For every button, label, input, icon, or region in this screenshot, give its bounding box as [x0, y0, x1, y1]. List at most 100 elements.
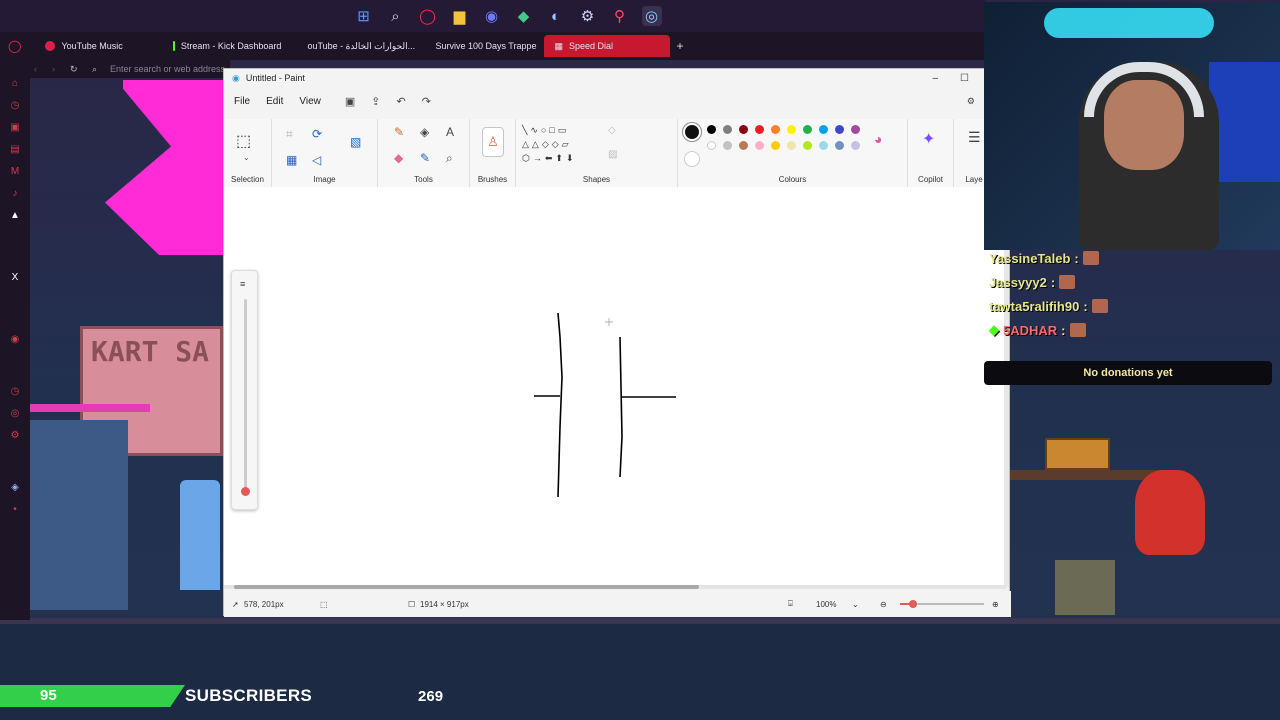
image-edit-icon[interactable]: ▧: [350, 135, 361, 149]
settings-icon[interactable]: ⚙: [967, 96, 975, 107]
rotate-icon[interactable]: ⟳: [312, 127, 322, 141]
crop-icon[interactable]: ⌗: [286, 127, 293, 142]
tab-kick-dashboard[interactable]: Stream - Kick Dashboard: [163, 35, 291, 57]
shapes-gallery[interactable]: ╲∿○□▭ △△◇◇▱ ⬡→⬅⬆⬇: [522, 123, 594, 169]
scrollbar-thumb[interactable]: [234, 585, 699, 589]
primary-colour[interactable]: [683, 123, 701, 141]
zoom-out-icon[interactable]: ⊖: [880, 600, 887, 609]
layers-icon[interactable]: ☰: [968, 129, 981, 146]
colour-swatch[interactable]: [787, 125, 796, 134]
brush-size-slider[interactable]: ≡: [231, 270, 258, 510]
slider-handle[interactable]: [241, 487, 250, 496]
text-icon[interactable]: A: [446, 125, 454, 139]
fill-shape-icon[interactable]: ▨: [608, 149, 617, 160]
steam-icon[interactable]: ◐: [546, 6, 566, 26]
minimize-button[interactable]: –: [932, 73, 938, 84]
file-explorer-icon[interactable]: ▆: [450, 6, 470, 26]
opera-icon[interactable]: ◯: [418, 6, 438, 26]
resize-icon[interactable]: ▦: [286, 153, 297, 167]
colour-swatch[interactable]: [803, 141, 812, 150]
sidebar-more-icon[interactable]: •: [9, 504, 21, 516]
maps-icon[interactable]: ⚲: [610, 6, 630, 26]
colour-swatch[interactable]: [835, 141, 844, 150]
tab-youtube-music[interactable]: YouTube Music: [35, 35, 163, 57]
address-input[interactable]: Enter search or web address: [110, 64, 225, 74]
sidebar-wallet-icon[interactable]: ▤: [9, 144, 21, 156]
zoom-level[interactable]: 100%: [816, 600, 836, 609]
sidebar-bag-icon[interactable]: ▣: [9, 122, 21, 134]
redo-icon[interactable]: ↷: [422, 95, 431, 108]
eraser-icon[interactable]: ◆: [394, 151, 403, 165]
windows-start-icon[interactable]: ⊞: [354, 6, 374, 26]
colour-swatch[interactable]: [819, 141, 828, 150]
zoom-slider-handle[interactable]: [909, 600, 917, 608]
flip-icon[interactable]: ◁: [312, 153, 321, 167]
sidebar-home-icon[interactable]: ⌂: [9, 78, 21, 90]
zoom-in-icon[interactable]: ⊕: [992, 600, 999, 609]
sidebar-pin-icon[interactable]: ◎: [9, 408, 21, 420]
colour-swatch[interactable]: [755, 125, 764, 134]
edit-colours-icon[interactable]: ◕: [874, 131, 882, 147]
discord-icon[interactable]: ◉: [482, 6, 502, 26]
tab-speed-dial[interactable]: ▦ Speed Dial: [544, 35, 671, 57]
sidebar-history2-icon[interactable]: ◷: [9, 386, 21, 398]
fill-icon[interactable]: ◈: [420, 125, 429, 139]
colour-swatch[interactable]: [819, 125, 828, 134]
colour-swatch[interactable]: [707, 125, 716, 134]
colour-swatch[interactable]: [723, 141, 732, 150]
copilot-icon[interactable]: ✦: [922, 129, 935, 149]
sidebar-music-icon[interactable]: ♪: [9, 188, 21, 200]
share-icon[interactable]: ⇪: [371, 95, 380, 108]
chevron-down-icon[interactable]: ⌄: [243, 153, 250, 162]
back-icon[interactable]: ‹: [34, 64, 37, 74]
colour-swatch[interactable]: [771, 125, 780, 134]
colour-swatch[interactable]: [739, 125, 748, 134]
colour-swatch[interactable]: [851, 125, 860, 134]
color-picker-icon[interactable]: ✎: [420, 151, 430, 165]
tab-youtube-video[interactable]: ouTube - الحوارات الخالدة...: [291, 35, 419, 57]
colour-swatch[interactable]: [739, 141, 748, 150]
fit-view-icon[interactable]: ⌺: [788, 599, 793, 609]
game-icon[interactable]: ◆: [514, 6, 534, 26]
secondary-colour[interactable]: [684, 151, 700, 167]
sidebar-x-icon[interactable]: X: [9, 272, 21, 284]
colour-swatch[interactable]: [723, 125, 732, 134]
zoom-slider[interactable]: [900, 600, 984, 608]
pencil-icon[interactable]: ✎: [394, 125, 404, 139]
menu-view[interactable]: View: [299, 94, 321, 109]
brush-button[interactable]: ♙: [482, 127, 504, 157]
sidebar-history-icon[interactable]: ◷: [9, 100, 21, 112]
colour-swatch[interactable]: [755, 141, 764, 150]
paint-canvas[interactable]: [224, 187, 1006, 585]
sidebar-player-icon[interactable]: ◉: [9, 334, 21, 346]
address-bar[interactable]: ‹ › ↻ ⌕ Enter search or web address: [0, 60, 230, 78]
search-icon[interactable]: ⌕: [386, 6, 406, 26]
chevron-down-icon[interactable]: ⌄: [852, 600, 859, 609]
sidebar-shield-icon[interactable]: ◈: [9, 482, 21, 494]
browser-icon[interactable]: ◎: [641, 6, 662, 26]
opera-menu-icon[interactable]: ◯: [8, 39, 21, 53]
menu-edit[interactable]: Edit: [266, 94, 283, 109]
menu-file[interactable]: File: [234, 94, 250, 109]
colour-swatch[interactable]: [707, 141, 716, 150]
forward-icon[interactable]: ›: [52, 64, 55, 74]
sidebar-settings-icon[interactable]: ⚙: [9, 430, 21, 442]
save-icon[interactable]: ▣: [345, 95, 355, 108]
reload-icon[interactable]: ↻: [70, 64, 78, 75]
colour-swatch[interactable]: [851, 141, 860, 150]
colour-swatch[interactable]: [771, 141, 780, 150]
sidebar-mail-icon[interactable]: M: [9, 166, 21, 178]
horizontal-scrollbar[interactable]: [224, 585, 1006, 589]
selection-icon[interactable]: ⬚: [236, 131, 251, 151]
slider-track[interactable]: [244, 299, 247, 489]
outline-icon[interactable]: ◇: [608, 125, 616, 136]
colour-swatch[interactable]: [835, 125, 844, 134]
tab-survive-video[interactable]: Survive 100 Days Trappe: [419, 35, 544, 57]
settings-icon[interactable]: ⚙: [578, 6, 598, 26]
undo-icon[interactable]: ↶: [396, 95, 405, 108]
sidebar-aria-icon[interactable]: ▲: [9, 210, 21, 222]
magnifier-icon[interactable]: ⌕: [446, 151, 453, 166]
colour-swatch[interactable]: [787, 141, 796, 150]
new-tab-icon[interactable]: +: [676, 39, 683, 53]
maximize-button[interactable]: ☐: [960, 73, 969, 84]
